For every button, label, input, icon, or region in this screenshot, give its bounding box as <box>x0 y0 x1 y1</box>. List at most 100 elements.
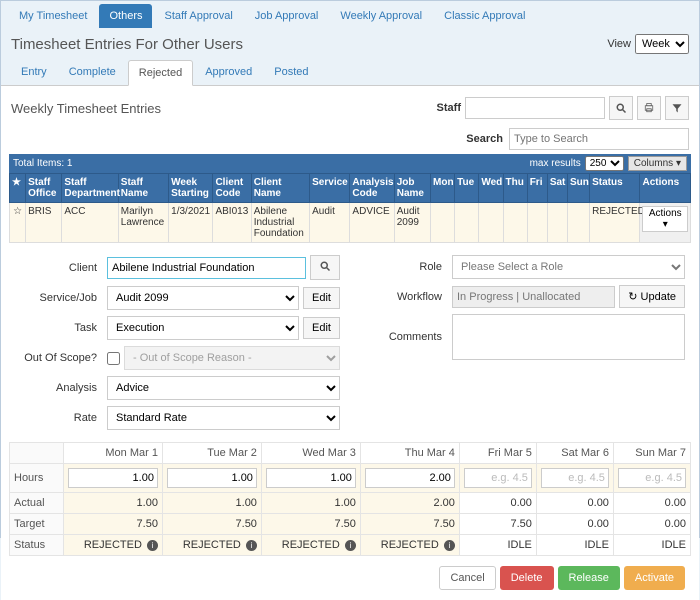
workflow-update-button[interactable]: ↻Update <box>619 285 685 308</box>
col-ccode[interactable]: Client Code <box>213 174 251 203</box>
target-sun: 0.00 <box>613 514 690 535</box>
hours-sat[interactable] <box>541 468 609 488</box>
tab-complete[interactable]: Complete <box>59 60 126 85</box>
columns-button[interactable]: Columns ▾ <box>628 156 687 171</box>
staff-search-button[interactable] <box>609 96 633 120</box>
search-icon <box>615 102 627 114</box>
actual-sat: 0.00 <box>536 493 613 514</box>
target-wed: 7.50 <box>261 514 360 535</box>
col-office[interactable]: Staff Office <box>26 174 62 203</box>
col-fri[interactable]: Fri <box>527 174 547 203</box>
rate-select[interactable]: Standard Rate <box>107 406 340 430</box>
day-h-4: Fri Mar 5 <box>459 443 536 464</box>
comments-textarea[interactable] <box>452 314 685 360</box>
col-staff-name[interactable]: Staff Name <box>118 174 168 203</box>
col-analysis[interactable]: Analysis Code <box>350 174 394 203</box>
analysis-label: Analysis <box>15 382 107 394</box>
col-wed[interactable]: Wed <box>479 174 503 203</box>
print-button[interactable] <box>637 96 661 120</box>
sub-nav: Entry Complete Rejected Approved Posted <box>1 60 699 86</box>
tab-entry[interactable]: Entry <box>11 60 57 85</box>
tab-posted[interactable]: Posted <box>264 60 318 85</box>
max-results-select[interactable]: 250 <box>585 156 624 171</box>
search-input[interactable] <box>509 128 689 150</box>
view-select[interactable]: Week <box>635 34 689 54</box>
staff-input[interactable] <box>465 97 605 119</box>
nav-my-timesheet[interactable]: My Timesheet <box>9 4 97 28</box>
tab-approved[interactable]: Approved <box>195 60 262 85</box>
col-week[interactable]: Week Starting <box>169 174 213 203</box>
hours-thu[interactable] <box>365 468 455 488</box>
day-h-5: Sat Mar 6 <box>536 443 613 464</box>
target-fri: 7.50 <box>459 514 536 535</box>
hours-wed[interactable] <box>266 468 356 488</box>
main-nav: My Timesheet Others Staff Approval Job A… <box>1 1 699 28</box>
row-actions-button[interactable]: Actions ▾ <box>642 206 688 232</box>
day-h-1: Tue Mar 2 <box>162 443 261 464</box>
nav-staff-approval[interactable]: Staff Approval <box>154 4 242 28</box>
col-actions: Actions <box>640 174 691 203</box>
client-search-button[interactable] <box>310 255 340 280</box>
service-select[interactable]: Audit 2099 <box>107 286 299 310</box>
delete-button[interactable]: Delete <box>500 566 554 590</box>
hours-tue[interactable] <box>167 468 257 488</box>
day-h-2: Wed Mar 3 <box>261 443 360 464</box>
oos-checkbox[interactable] <box>107 352 120 365</box>
activate-button[interactable]: Activate <box>624 566 685 590</box>
nav-weekly-approval[interactable]: Weekly Approval <box>330 4 432 28</box>
row-star[interactable]: ☆ <box>10 203 26 243</box>
workflow-label: Workflow <box>360 291 452 303</box>
hours-fri[interactable] <box>464 468 532 488</box>
target-thu: 7.50 <box>360 514 459 535</box>
client-input[interactable] <box>107 257 306 279</box>
role-select[interactable]: Please Select a Role <box>452 255 685 279</box>
col-tue[interactable]: Tue <box>455 174 479 203</box>
col-service[interactable]: Service <box>310 174 350 203</box>
task-edit-button[interactable]: Edit <box>303 317 340 339</box>
col-mon[interactable]: Mon <box>431 174 455 203</box>
cell-dept: ACC <box>62 203 118 243</box>
nav-job-approval[interactable]: Job Approval <box>245 4 329 28</box>
page-title: Timesheet Entries For Other Users <box>11 36 243 53</box>
actual-thu: 2.00 <box>360 493 459 514</box>
table-row[interactable]: ☆ BRIS ACC Marilyn Lawrence 1/3/2021 ABI… <box>10 203 691 243</box>
col-status[interactable]: Status <box>590 174 640 203</box>
hours-sun[interactable] <box>618 468 686 488</box>
target-label: Target <box>10 514 64 535</box>
filter-button[interactable] <box>665 96 689 120</box>
col-dept[interactable]: Staff Department <box>62 174 118 203</box>
cell-week: 1/3/2021 <box>169 203 213 243</box>
cell-name: Marilyn Lawrence <box>118 203 168 243</box>
tab-rejected[interactable]: Rejected <box>128 60 193 86</box>
nav-others[interactable]: Others <box>99 4 152 28</box>
col-thu[interactable]: Thu <box>503 174 527 203</box>
col-cname[interactable]: Client Name <box>251 174 309 203</box>
release-button[interactable]: Release <box>558 566 620 590</box>
cell-analysis: ADVICE <box>350 203 394 243</box>
hours-mon[interactable] <box>68 468 158 488</box>
print-icon <box>643 102 655 114</box>
filter-icon <box>671 102 683 114</box>
col-sun[interactable]: Sun <box>567 174 589 203</box>
col-sat[interactable]: Sat <box>547 174 567 203</box>
oos-label: Out Of Scope? <box>15 352 107 364</box>
actual-sun: 0.00 <box>613 493 690 514</box>
cell-service: Audit <box>310 203 350 243</box>
max-results-label: max results <box>530 158 581 169</box>
col-star[interactable]: ★ <box>10 174 26 203</box>
cancel-button[interactable]: Cancel <box>439 566 495 590</box>
actual-wed: 1.00 <box>261 493 360 514</box>
analysis-select[interactable]: Advice <box>107 376 340 400</box>
target-mon: 7.50 <box>64 514 163 535</box>
info-icon[interactable]: i <box>246 540 257 551</box>
role-label: Role <box>360 261 452 273</box>
col-job[interactable]: Job Name <box>394 174 430 203</box>
info-icon[interactable]: i <box>444 540 455 551</box>
comments-label: Comments <box>360 331 452 343</box>
info-icon[interactable]: i <box>147 540 158 551</box>
workflow-value: In Progress | Unallocated <box>452 286 615 308</box>
info-icon[interactable]: i <box>345 540 356 551</box>
task-select[interactable]: Execution <box>107 316 299 340</box>
nav-classic-approval[interactable]: Classic Approval <box>434 4 535 28</box>
service-edit-button[interactable]: Edit <box>303 287 340 309</box>
